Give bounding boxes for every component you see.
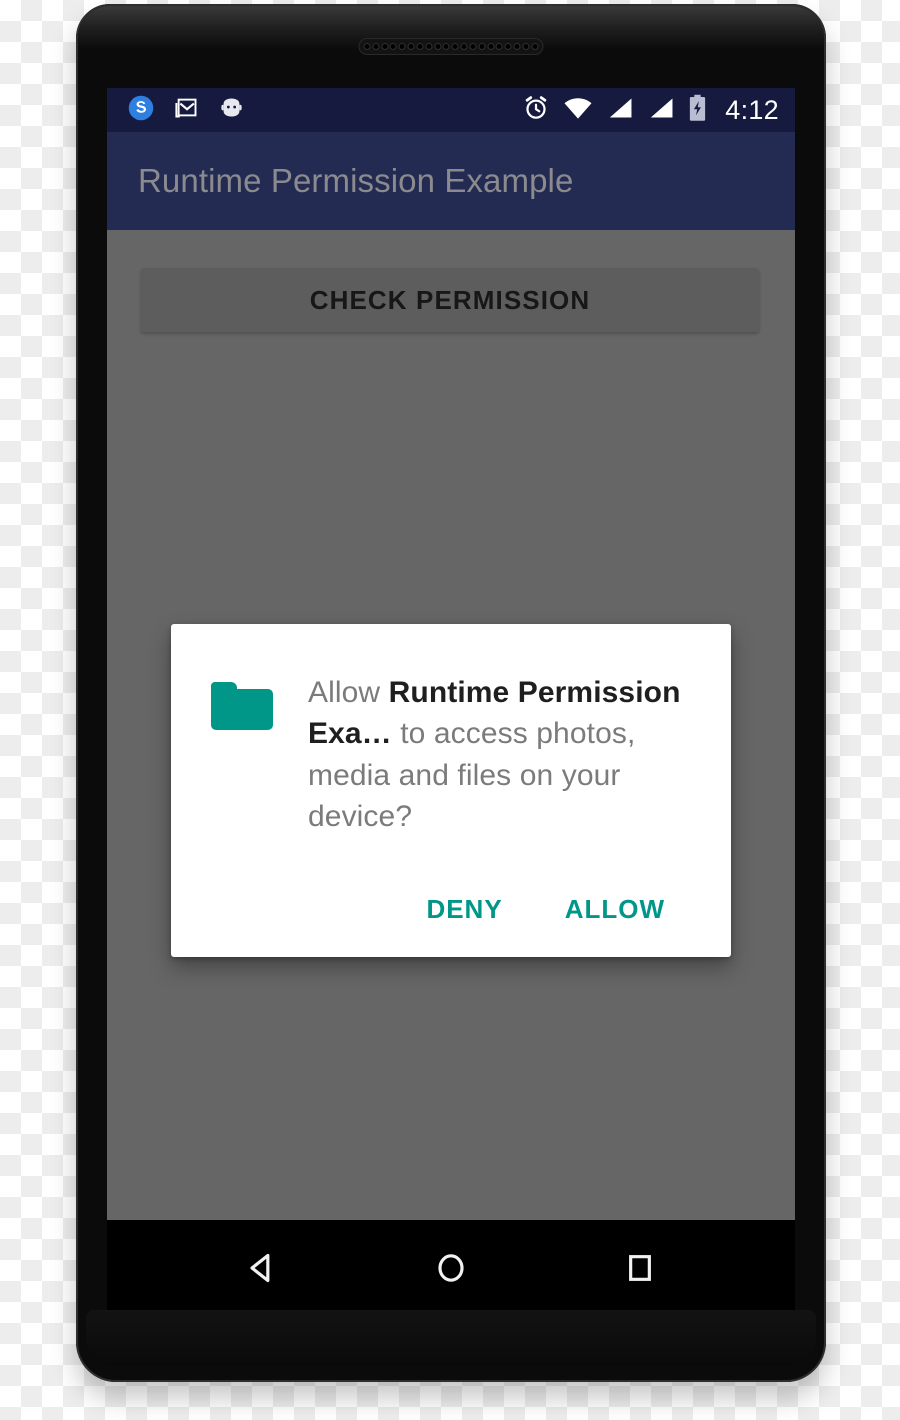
permission-dialog-actions: DENY ALLOW: [211, 884, 691, 935]
earpiece-speaker-grille: [358, 38, 544, 55]
wifi-icon: [563, 95, 593, 126]
permission-dialog-message: Allow Runtime Permission Exa… to access …: [308, 672, 691, 838]
permission-message-prefix: Allow: [308, 676, 389, 709]
home-icon[interactable]: [413, 1240, 489, 1296]
alarm-clock-icon: [522, 94, 550, 127]
status-bar-notification-icons: [127, 94, 245, 127]
folder-icon: [211, 682, 273, 730]
battery-charging-icon: [688, 94, 707, 127]
back-icon[interactable]: [224, 1240, 300, 1296]
android-robot-icon: [218, 94, 245, 126]
signal-sim1-icon: [606, 95, 634, 126]
allow-button[interactable]: ALLOW: [549, 884, 681, 935]
app-bar: Runtime Permission Example: [107, 132, 795, 230]
device-bottom-bezel: [86, 1310, 816, 1366]
check-permission-button[interactable]: CHECK PERMISSION: [141, 268, 759, 332]
permission-dialog: Allow Runtime Permission Exa… to access …: [171, 624, 731, 957]
app-content-area: CHECK PERMISSION Allow Runtime Permissio…: [107, 230, 795, 1220]
status-bar-clock: 4:12: [725, 94, 779, 125]
deny-button[interactable]: DENY: [410, 884, 518, 935]
phone-device-frame: 4:12 Runtime Permission Example CHECK PE…: [76, 4, 826, 1382]
android-navigation-bar: [107, 1220, 795, 1316]
screenshot-stage: 4:12 Runtime Permission Example CHECK PE…: [0, 0, 900, 1420]
status-bar: 4:12: [107, 88, 795, 132]
recents-icon[interactable]: [602, 1240, 678, 1296]
status-bar-system-icons: 4:12: [522, 94, 779, 127]
gmail-icon: [173, 94, 200, 126]
signal-sim2-icon: [647, 95, 675, 126]
phone-screen: 4:12 Runtime Permission Example CHECK PE…: [107, 88, 795, 1220]
page-title: Runtime Permission Example: [138, 162, 574, 199]
skype-icon: [127, 94, 155, 127]
permission-dialog-body: Allow Runtime Permission Exa… to access …: [211, 672, 691, 838]
